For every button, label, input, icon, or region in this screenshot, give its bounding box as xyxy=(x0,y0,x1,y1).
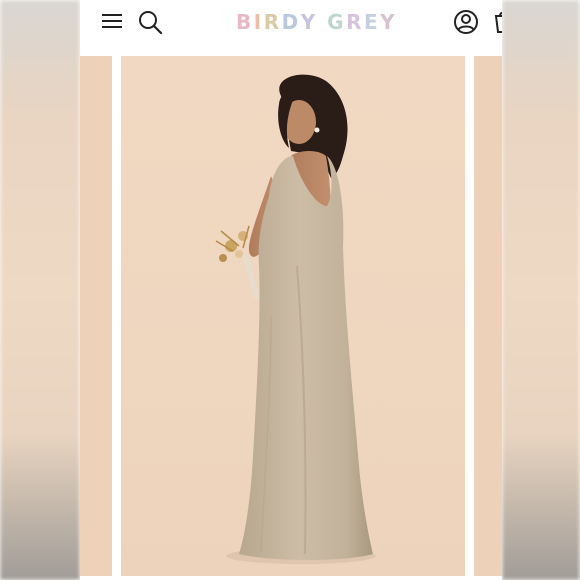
next-slide-peek[interactable] xyxy=(474,56,502,576)
logo-letter: G xyxy=(327,10,347,34)
model-photo xyxy=(215,74,376,564)
product-image[interactable] xyxy=(121,56,465,576)
logo-letter: D xyxy=(281,10,301,34)
logo-letter: B xyxy=(236,10,254,34)
shopping-bag-icon[interactable] xyxy=(492,8,502,36)
logo-letter: R xyxy=(263,10,282,34)
brand-logo[interactable]: BIRDY GREY xyxy=(236,9,397,35)
logo-letter xyxy=(318,9,327,35)
menu-icon[interactable] xyxy=(98,8,126,36)
logo-letter: R xyxy=(346,10,364,34)
blurred-background-right xyxy=(502,0,580,580)
logo-letter: Y xyxy=(380,10,398,34)
logo-letter: I xyxy=(253,10,264,34)
site-header: BIRDY GREY xyxy=(80,0,502,56)
logo-letter: E xyxy=(364,10,381,34)
account-icon[interactable] xyxy=(452,8,480,36)
app-screen: BIRDY GREY xyxy=(80,0,502,580)
blurred-background-left xyxy=(0,0,80,580)
product-image-carousel[interactable] xyxy=(80,56,502,580)
previous-slide-peek[interactable] xyxy=(80,56,112,576)
logo-letter: Y xyxy=(300,10,318,34)
search-icon[interactable] xyxy=(136,8,164,36)
